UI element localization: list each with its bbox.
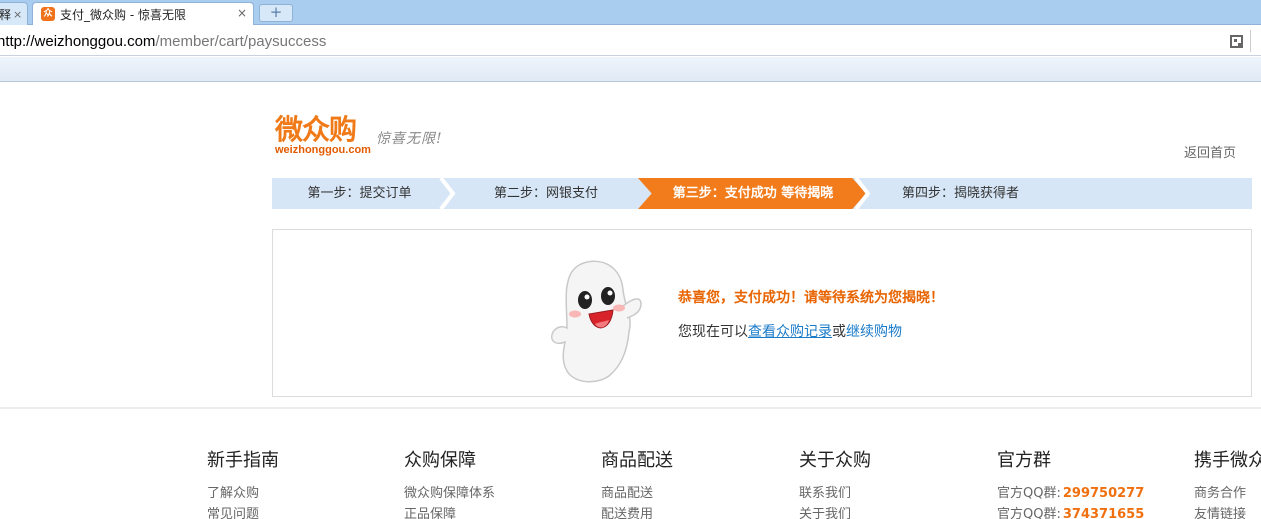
footer-link[interactable]: 关于我们 (799, 504, 979, 519)
site-favicon-icon: 众 (41, 7, 55, 21)
footer-column-title: 携手微众 (1194, 450, 1261, 471)
footer-link[interactable]: 友情链接 (1194, 504, 1261, 519)
next-actions-prefix: 您现在可以 (678, 324, 748, 340)
next-actions: 您现在可以查看众购记录或继续购物 (678, 321, 902, 341)
address-bar-end (1250, 30, 1261, 52)
footer-divider (0, 407, 1261, 409)
success-message: 恭喜您，支付成功！请等待系统为您揭晓！ (678, 290, 944, 306)
footer-column-guarantee: 众购保障 微众购保障体系 正品保障 (404, 446, 584, 519)
qq-group-label: 官方QQ群: (997, 507, 1061, 519)
tab-label: 释 (0, 7, 12, 22)
mascot-ghost-icon (543, 256, 643, 386)
footer-column-delivery: 商品配送 商品配送 配送费用 (601, 446, 781, 519)
footer-link[interactable]: 商品配送 (601, 483, 781, 504)
footer-column-title: 众购保障 (404, 450, 476, 471)
url-path: /member/cart/paysuccess (155, 33, 327, 50)
logo-domain: weizhonggou.com (275, 144, 371, 156)
step-submit-order: 第一步：提交订单 (307, 186, 412, 201)
new-tab-button[interactable]: + (259, 4, 293, 22)
home-link[interactable]: 返回首页 (1184, 142, 1236, 161)
site-slogan: 惊喜无限! (376, 131, 443, 147)
qq-group-row: 官方QQ群: 299750277 (997, 483, 1177, 504)
footer-link[interactable]: 联系我们 (799, 483, 979, 504)
site-logo[interactable]: 微众购 weizhonggou.com (275, 113, 371, 157)
footer-column-title: 商品配送 (601, 450, 673, 471)
bookmark-bar (0, 57, 1261, 82)
view-records-link[interactable]: 查看众购记录 (748, 324, 832, 340)
checkout-steps: 第一步：提交订单 第二步：网银支付 第三步：支付成功 等待揭晓 第四步：揭晓获得… (272, 178, 1252, 209)
footer-link[interactable]: 了解众购 (207, 483, 387, 504)
tab-close-icon[interactable]: × (13, 8, 22, 21)
qq-group-label: 官方QQ群: (997, 486, 1061, 501)
continue-shopping-link[interactable]: 继续购物 (846, 324, 902, 340)
step-bank-payment: 第二步：网银支付 (493, 186, 598, 201)
address-bar[interactable]: http://weizhonggou.com/member/cart/paysu… (0, 26, 1261, 56)
url-host: http://weizhonggou.com (0, 33, 156, 50)
qr-code-icon[interactable] (1230, 35, 1243, 48)
tab-label: 支付_微众购 - 惊喜无限 (60, 7, 186, 22)
footer-link[interactable]: 常见问题 (207, 504, 387, 519)
qq-group-row: 官方QQ群: 374371655 (997, 504, 1177, 519)
qq-group-number[interactable]: 374371655 (1063, 507, 1144, 519)
browser-tab-previous[interactable]: 释 × (0, 2, 28, 25)
browser-tab-current[interactable]: 众 支付_微众购 - 惊喜无限 × (32, 2, 254, 25)
browser-tabstrip: 释 × 众 支付_微众购 - 惊喜无限 × + (0, 0, 1261, 25)
footer-column-title: 新手指南 (207, 450, 279, 471)
payment-result-panel: 恭喜您，支付成功！请等待系统为您揭晓！ 您现在可以查看众购记录或继续购物 (272, 229, 1252, 397)
footer-column-official-group: 官方群 官方QQ群: 299750277 官方QQ群: 374371655 (997, 446, 1177, 519)
footer-link[interactable]: 商务合作 (1194, 483, 1261, 504)
tab-close-icon[interactable]: × (237, 6, 247, 20)
footer-column-title: 关于众购 (799, 450, 871, 471)
footer-link[interactable]: 配送费用 (601, 504, 781, 519)
step-payment-success: 第三步：支付成功 等待揭晓 (672, 186, 834, 201)
next-actions-or: 或 (832, 324, 846, 340)
step-reveal-winner: 第四步：揭晓获得者 (901, 186, 1019, 201)
url-text[interactable]: http://weizhonggou.com/member/cart/paysu… (0, 33, 326, 50)
logo-text: 微众购 (275, 113, 357, 146)
footer-column-about: 关于众购 联系我们 关于我们 (799, 446, 979, 519)
qq-group-number[interactable]: 299750277 (1063, 486, 1144, 501)
footer-column-guide: 新手指南 了解众购 常见问题 (207, 446, 387, 519)
footer-link[interactable]: 正品保障 (404, 504, 584, 519)
footer-column-partnership: 携手微众 商务合作 友情链接 (1194, 446, 1261, 519)
footer-column-title: 官方群 (997, 450, 1051, 471)
footer-link[interactable]: 微众购保障体系 (404, 483, 584, 504)
